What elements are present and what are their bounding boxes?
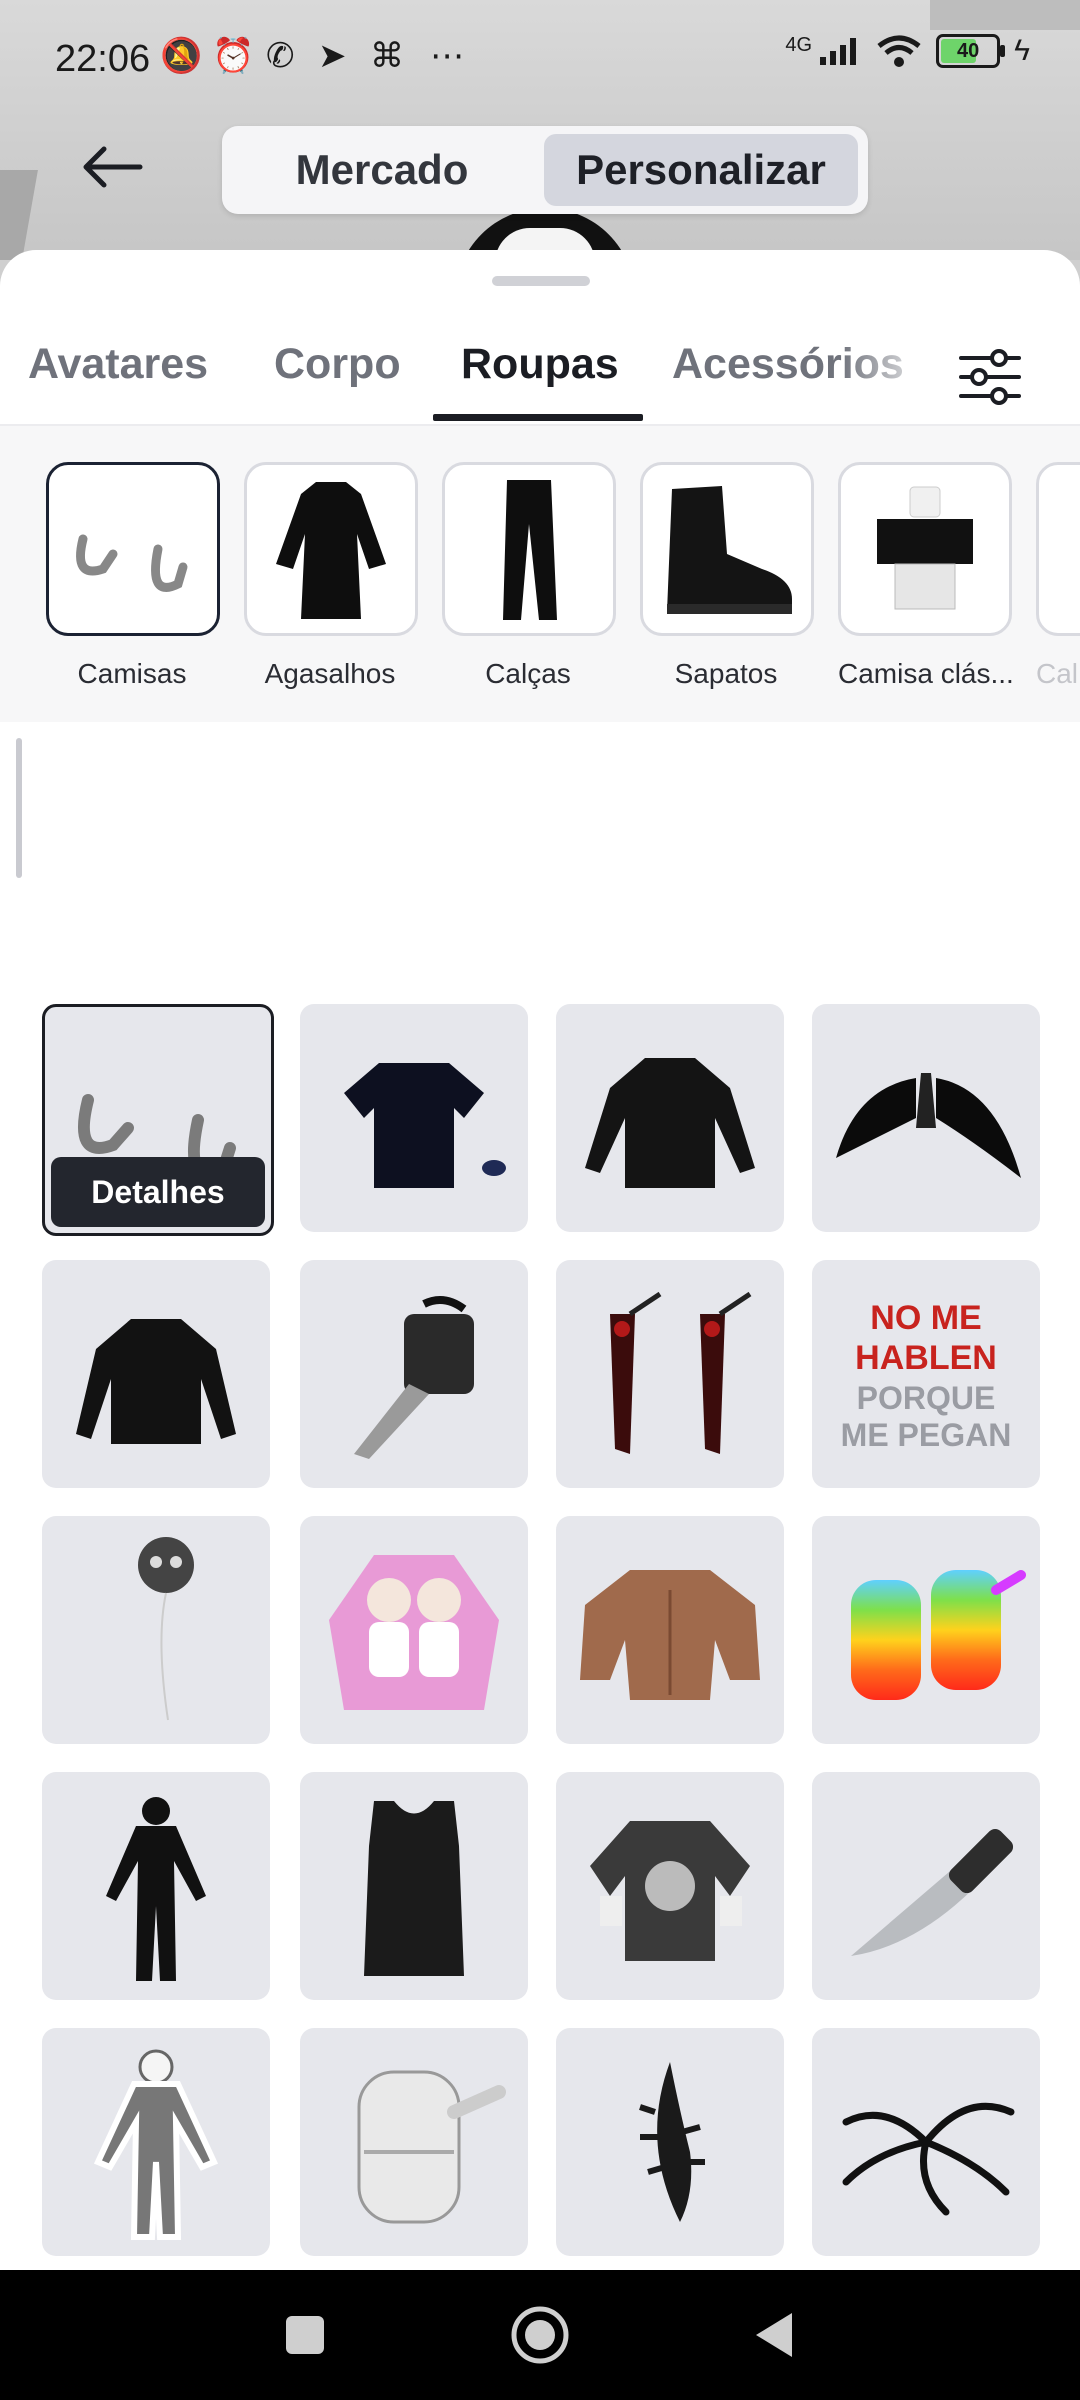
white-suit-icon xyxy=(93,2049,219,2240)
grid-item-blades[interactable] xyxy=(556,1260,784,1488)
system-navigation-bar xyxy=(0,2270,1080,2400)
grid-item-tentacles[interactable] xyxy=(812,2028,1040,2256)
grid-item-chainsaw[interactable] xyxy=(300,1260,528,1488)
muscle-torso-icon xyxy=(580,1570,760,1700)
white-jar-icon xyxy=(357,2070,506,2224)
grid-item-white-jar[interactable] xyxy=(300,2028,528,2256)
tshirt-icon xyxy=(344,1063,506,1188)
subcategory-label: Cal xyxy=(1036,658,1079,689)
subcategory-label: Calças xyxy=(485,658,571,689)
tab-selected-indicator xyxy=(433,414,643,421)
alarm-icon: ⏰ xyxy=(212,37,255,75)
grid-item-white-suit[interactable] xyxy=(42,2028,270,2256)
grid-item-jacket[interactable] xyxy=(556,1004,784,1232)
square-icon xyxy=(286,2316,324,2354)
subcategory-label: Camisas xyxy=(77,658,187,689)
svg-text:PORQUE: PORQUE xyxy=(857,1380,996,1416)
drag-handle[interactable] xyxy=(492,276,590,286)
items-grid: Detalhes NO ME HABLEN PORQUE ME PEGAN xyxy=(0,722,1080,2270)
mode-switcher: Mercado Personalizar xyxy=(222,126,868,214)
wings-icon xyxy=(836,1073,1021,1178)
grid-item-black-suit[interactable] xyxy=(42,1772,270,2000)
more-icon: ⋯ xyxy=(430,37,464,75)
details-button[interactable]: Detalhes xyxy=(51,1157,265,1227)
grid-item-tshirt[interactable] xyxy=(300,1004,528,1232)
charging-icon: ϟ xyxy=(1014,34,1030,67)
customize-sheet: Avatares Corpo Roupas Acessórios Camisas xyxy=(0,250,1080,2270)
subcategory-row: Camisas Agasalhos Calças Sapatos Camisa … xyxy=(0,426,1080,722)
robe-icon xyxy=(244,462,418,636)
grid-item-rainbow-jars[interactable] xyxy=(812,1516,1040,1744)
tab-avatares[interactable]: Avatares xyxy=(28,340,208,389)
svg-text:ME PEGAN: ME PEGAN xyxy=(841,1417,1012,1453)
hooks-icon xyxy=(46,462,220,636)
graphic-shirt-icon xyxy=(590,1821,750,1961)
subcategory-camisas[interactable]: Camisas xyxy=(46,462,220,690)
tab-roupas[interactable]: Roupas xyxy=(461,340,619,389)
svg-text:NO ME: NO ME xyxy=(870,1299,981,1337)
grid-item-hooks[interactable]: Detalhes xyxy=(42,1004,274,1236)
grid-item-sweater[interactable] xyxy=(42,1260,270,1488)
grid-item-pink-sweater[interactable] xyxy=(300,1516,528,1744)
back-nav-button[interactable] xyxy=(740,2300,810,2370)
filter-button[interactable] xyxy=(955,342,1025,412)
tab-corpo[interactable]: Corpo xyxy=(274,340,401,389)
grid-item-graphic-shirt[interactable] xyxy=(556,1772,784,2000)
arrow-left-icon xyxy=(83,146,143,188)
battery-icon: 40 xyxy=(936,34,1006,68)
partial-icon xyxy=(1036,462,1080,636)
mute-icon: 🔕 xyxy=(160,37,203,75)
grid-item-spiked-tail[interactable] xyxy=(556,2028,784,2256)
boot-icon xyxy=(640,462,814,636)
subcategory-partial[interactable]: Cal xyxy=(1036,462,1080,690)
grid-item-wings[interactable] xyxy=(812,1004,1040,1232)
pink-sweater-icon xyxy=(329,1555,499,1710)
signal-icon xyxy=(820,38,857,65)
grid-item-text-shirt[interactable]: NO ME HABLEN PORQUE ME PEGAN xyxy=(812,1260,1040,1488)
status-time: 22:06 xyxy=(55,38,151,80)
subcategory-camisa-classica[interactable]: Camisa clás... xyxy=(838,462,1014,690)
home-circle-icon xyxy=(511,2306,569,2364)
triangle-back-icon xyxy=(756,2313,792,2357)
segment-mercado[interactable]: Mercado xyxy=(232,134,532,206)
subcategory-label: Camisa clás... xyxy=(838,658,1014,689)
jacket-icon xyxy=(585,1058,755,1188)
telegram-icon: ➤ xyxy=(318,37,347,75)
chainsaw-icon xyxy=(354,1296,474,1459)
status-bar: 22:06 🔕 ⏰ ✆ ➤ ⌘ ⋯ 4G 40 ϟ xyxy=(0,0,1080,120)
grid-item-black-tank[interactable] xyxy=(300,1772,528,2000)
black-tank-icon xyxy=(364,1801,464,1976)
network-type: 4G xyxy=(785,34,813,56)
pants-icon xyxy=(442,462,616,636)
scrollbar[interactable] xyxy=(16,738,22,878)
subcategory-sapatos[interactable]: Sapatos xyxy=(640,462,814,690)
grid-item-muscle-torso[interactable] xyxy=(556,1516,784,1744)
text-shirt-icon: NO ME HABLEN PORQUE ME PEGAN xyxy=(841,1299,1012,1453)
rainbow-jars-icon xyxy=(851,1570,1026,1700)
wifi-icon xyxy=(877,35,921,67)
skull-balloon-icon xyxy=(138,1537,194,1721)
home-button[interactable] xyxy=(505,2300,575,2370)
subcategory-calcas[interactable]: Calças xyxy=(442,462,616,690)
tentacles-icon xyxy=(842,2102,1015,2216)
back-button[interactable] xyxy=(78,142,158,202)
subcategory-agasalhos[interactable]: Agasalhos xyxy=(244,462,418,690)
sweater-icon xyxy=(76,1319,236,1444)
subcategory-label: Agasalhos xyxy=(264,658,396,689)
blades-icon xyxy=(610,1291,752,1454)
black-suit-icon xyxy=(106,1797,206,1981)
knife-icon xyxy=(851,1828,1014,1956)
recents-button[interactable] xyxy=(270,2300,340,2370)
svg-text:HABLEN: HABLEN xyxy=(855,1339,997,1377)
whatsapp-icon: ✆ xyxy=(266,37,295,75)
grid-item-skull-balloon[interactable] xyxy=(42,1516,270,1744)
classic-shirt-icon xyxy=(838,462,1012,636)
spiked-tail-icon xyxy=(639,2062,705,2222)
subcategory-label: Sapatos xyxy=(674,658,778,689)
grid-item-knife[interactable] xyxy=(812,1772,1040,2000)
segment-personalizar[interactable]: Personalizar xyxy=(544,134,858,206)
sliders-icon xyxy=(959,349,1021,405)
app-icon: ⌘ xyxy=(370,37,404,75)
